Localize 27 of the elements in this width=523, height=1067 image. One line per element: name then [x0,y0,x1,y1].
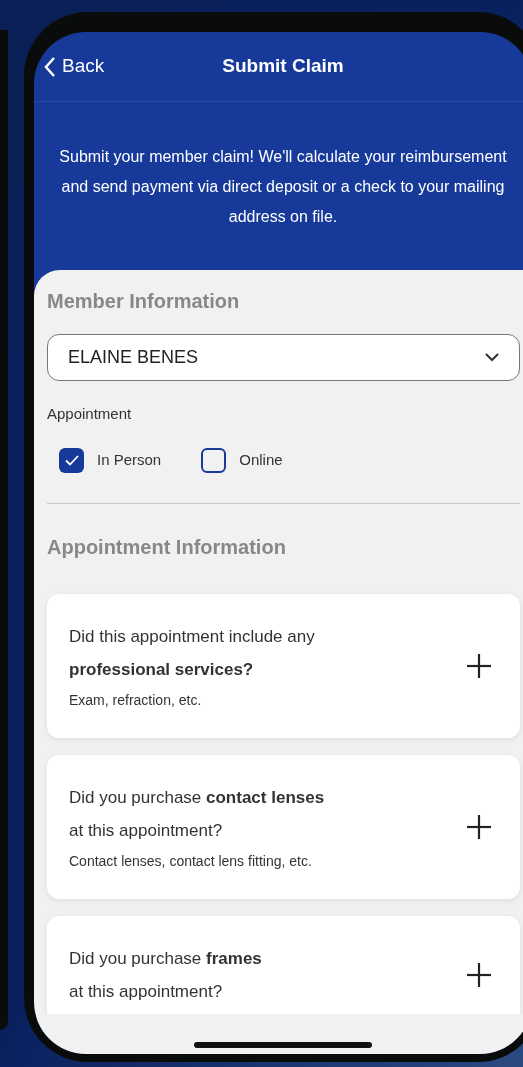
chevron-down-icon [485,353,499,362]
checkbox[interactable] [59,447,84,473]
question-text: Did you purchase contact lenses at this appointment? [69,786,325,842]
checkmark-icon [64,454,79,466]
question-hint: Exam, refraction, etc. [69,690,203,710]
screen-title: Submit Claim [222,54,344,79]
question-card[interactable]: Did you purchase contact lenses at this appointment? Contact lenses, contact lens fitting, etc. [47,754,520,899]
section-heading: Member Information [47,289,241,314]
plus-icon[interactable] [466,813,492,840]
question-text: Did this appointment include any professional services? [69,625,315,681]
checkbox-label: In Person [97,449,162,470]
intro-text: Submit your member claim! We'll calculate your reimbursement and send payment via direct deposit or a check to your mailing address on file. [58,147,508,227]
checkbox-option[interactable]: Online [201,447,283,473]
section-heading: Appointment Information [47,534,287,560]
checkbox-label: Online [239,449,283,470]
plus-icon[interactable] [466,961,492,988]
checkbox-option[interactable]: In Person [59,447,162,473]
question-hint: Contact lenses, contact lens fitting, etc. [69,851,313,871]
member-select[interactable]: ELAINE BENES [47,334,520,381]
checkbox[interactable] [201,447,227,473]
question-text: Did you purchase frames at this appointment? [69,947,262,1003]
plus-icon[interactable] [466,652,492,679]
back-chevron-icon [44,55,56,78]
question-card[interactable]: Did this appointment include any professional services? Exam, refraction, etc. [47,593,520,738]
question-card[interactable]: Did you purchase frames at this appointment? [47,915,520,1014]
back-button[interactable]: Back [44,52,105,81]
field-label: Appointment [47,404,133,424]
